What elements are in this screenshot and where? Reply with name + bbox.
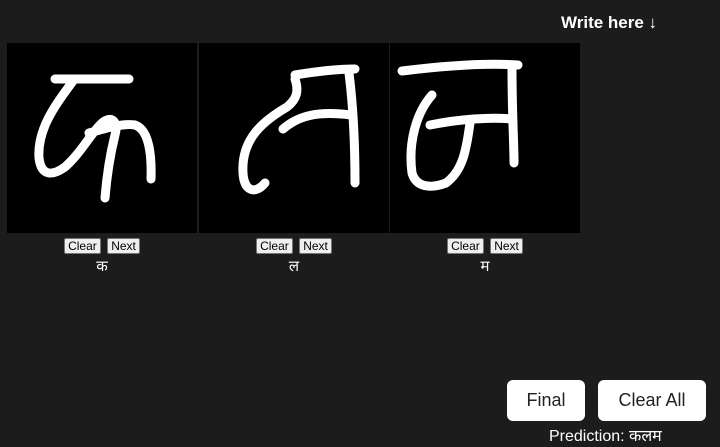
cell-2-prediction: ल xyxy=(288,257,300,275)
drawing-canvas-3[interactable] xyxy=(390,43,580,233)
drawing-cell-3: Clear Next म xyxy=(390,43,580,276)
prediction-result: Prediction: कलम xyxy=(549,428,662,445)
next-button-3[interactable]: Next xyxy=(490,238,523,254)
cell-1-controls: Clear Next xyxy=(7,237,197,255)
drawing-cell-2: Clear Next ल xyxy=(199,43,389,276)
write-here-hint: Write here ↓ xyxy=(561,13,658,32)
drawing-canvas-2[interactable] xyxy=(199,43,389,233)
cell-3-controls: Clear Next xyxy=(390,237,580,255)
drawing-canvas-1[interactable] xyxy=(7,43,197,233)
clear-all-button[interactable]: Clear All xyxy=(598,380,706,421)
clear-button-2[interactable]: Clear xyxy=(256,238,293,254)
handwriting-stroke-la xyxy=(238,64,360,195)
cell-3-prediction: म xyxy=(480,257,490,275)
cell-1-prediction: क xyxy=(96,257,108,275)
handwriting-stroke-ma xyxy=(397,59,523,191)
next-button-2[interactable]: Next xyxy=(299,238,332,254)
drawing-cell-1: Clear Next क xyxy=(7,43,197,276)
clear-button-3[interactable]: Clear xyxy=(447,238,484,254)
clear-button-1[interactable]: Clear xyxy=(64,238,101,254)
next-button-1[interactable]: Next xyxy=(107,238,140,254)
cell-2-controls: Clear Next xyxy=(199,237,389,255)
handwriting-stroke-ka xyxy=(34,74,156,203)
final-button[interactable]: Final xyxy=(507,380,585,421)
app-stage: Write here ↓ Clear Next क Clear Next ल C… xyxy=(0,0,720,447)
